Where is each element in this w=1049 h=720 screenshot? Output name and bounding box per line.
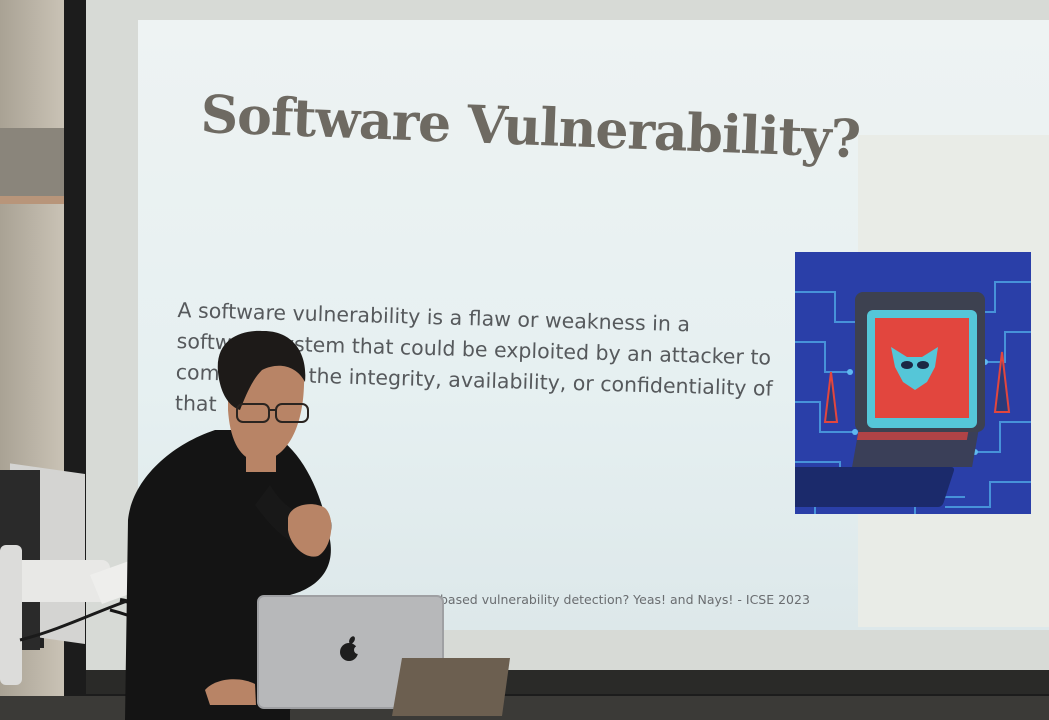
second-laptop [392,658,510,716]
laptop-layer [205,595,510,716]
presenter-lower-hand [205,679,256,705]
